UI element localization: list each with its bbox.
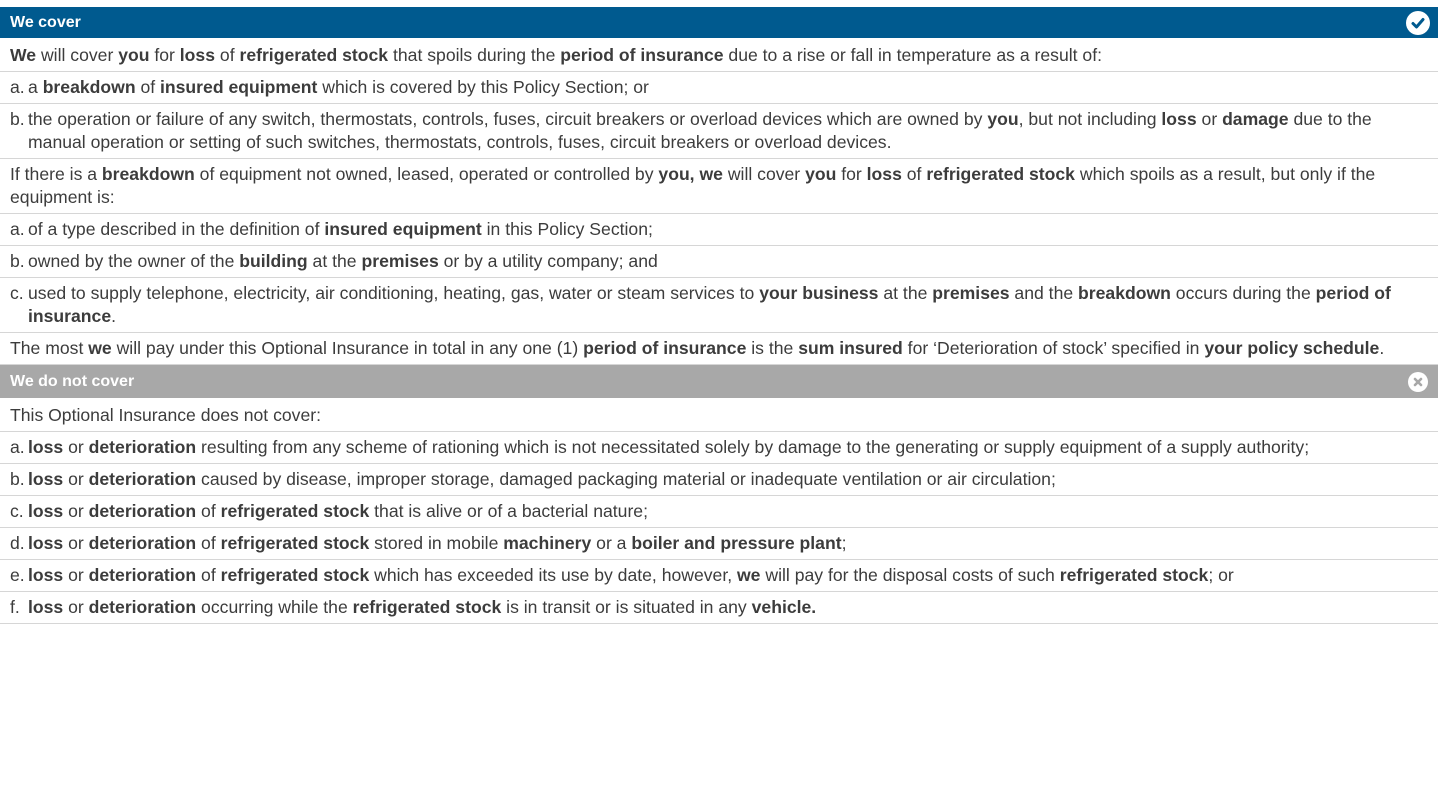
notcover-item: d. loss or deterioration of refrigerated … [0,528,1438,560]
list-item-text: loss or deterioration of refrigerated st… [28,501,648,521]
checkmark-circle-icon [1406,10,1430,35]
list-marker: a. [10,219,25,239]
list-marker: c. [10,283,24,303]
cover-list-b: a. of a type described in the definition … [0,214,1438,333]
cross-circle-icon [1408,371,1428,392]
notcover-item: c. loss or deterioration of refrigerated … [0,496,1438,528]
list-item-text: the operation or failure of any switch, … [28,109,1372,152]
cover-intro: We will cover you for loss of refrigerat… [0,40,1438,72]
list-marker: f. [10,597,20,617]
list-marker: b. [10,469,25,489]
cover-paragraph-2: If there is a breakdown of equipment not… [0,159,1438,214]
cover-b-item: b. owned by the owner of the building at … [0,246,1438,278]
list-item-text: a breakdown of insured equipment which i… [28,77,649,97]
we-do-not-cover-header: We do not cover [0,365,1438,400]
notcover-item: a. loss or deterioration resulting from a… [0,432,1438,464]
notcover-item: f. loss or deterioration occurring while … [0,592,1438,624]
we-cover-title: We cover [10,14,81,31]
list-marker: b. [10,251,25,271]
list-item-text: loss or deterioration resulting from any… [28,437,1310,457]
cover-a-item: b. the operation or failure of any switch… [0,104,1438,159]
notcover-intro: This Optional Insurance does not cover: [0,400,1438,432]
list-item-text: of a type described in the definition of… [28,219,653,239]
list-marker: a. [10,77,25,97]
notcover-item: b. loss or deterioration caused by diseas… [0,464,1438,496]
list-marker: a. [10,437,25,457]
cover-list-a: a. a breakdown of insured equipment which… [0,72,1438,159]
policy-page: We cover We will cover you for loss of r… [0,7,1438,801]
list-item-text: loss or deterioration of refrigerated st… [28,533,847,553]
list-item-text: loss or deterioration occurring while th… [28,597,817,617]
list-item-text: used to supply telephone, electricity, a… [28,283,1391,326]
list-marker: c. [10,501,24,521]
notcover-list: a. loss or deterioration resulting from a… [0,432,1438,624]
cover-paragraph-3: The most we will pay under this Optional… [0,333,1438,365]
we-cover-header: We cover [0,7,1438,40]
list-item-text: loss or deterioration of refrigerated st… [28,565,1234,585]
cover-a-item: a. a breakdown of insured equipment which… [0,72,1438,104]
list-item-text: owned by the owner of the building at th… [28,251,658,271]
notcover-item: e. loss or deterioration of refrigerated … [0,560,1438,592]
cover-b-item: a. of a type described in the definition … [0,214,1438,246]
list-marker: d. [10,533,25,553]
we-do-not-cover-title: We do not cover [10,373,135,390]
list-marker: e. [10,565,25,585]
list-item-text: loss or deterioration caused by disease,… [28,469,1056,489]
list-marker: b. [10,109,25,129]
cover-b-item: c. used to supply telephone, electricity,… [0,278,1438,333]
